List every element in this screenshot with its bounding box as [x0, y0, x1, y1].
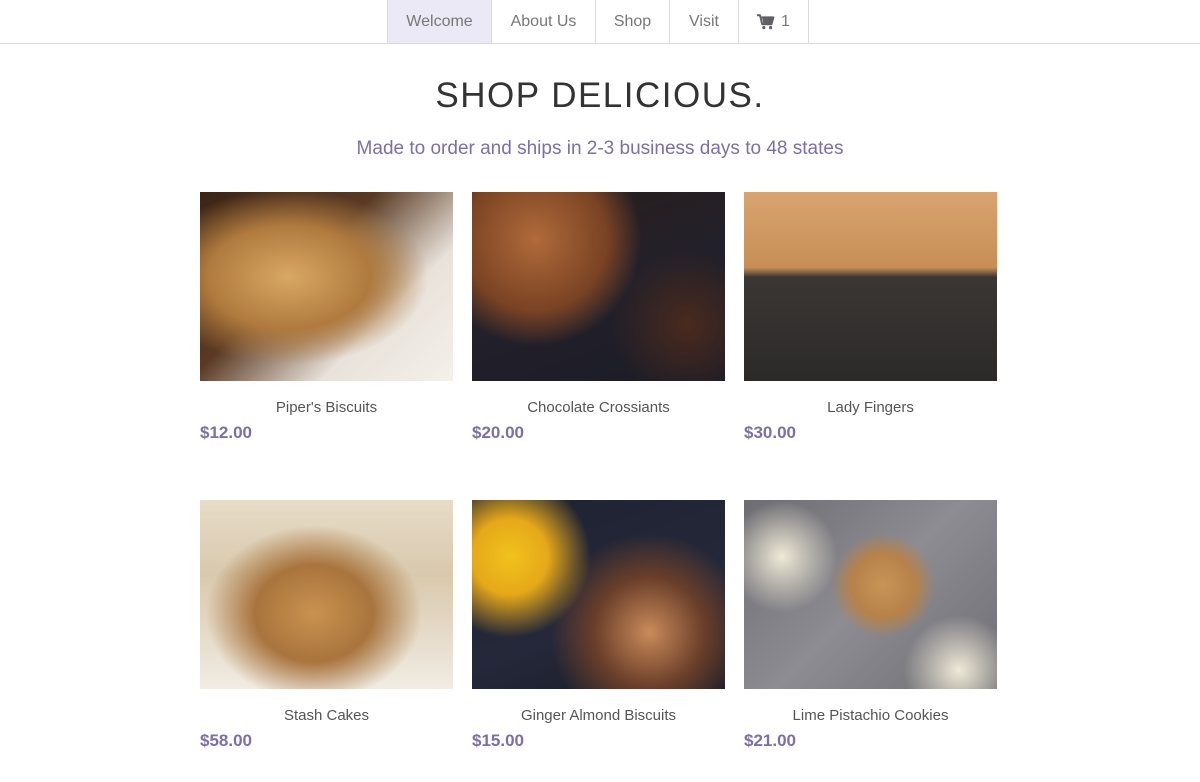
product-name[interactable]: Piper's Biscuits [200, 399, 453, 416]
product-price: $21.00 [744, 731, 796, 750]
nav-menu: Welcome About Us Shop Visit 1 [387, 0, 809, 44]
nav-item-about-us[interactable]: About Us [492, 0, 596, 43]
product-card[interactable]: Lime Pistachio Cookies $21.00 [744, 500, 997, 751]
nav-item-visit[interactable]: Visit [670, 0, 739, 43]
shopping-cart-icon [757, 13, 775, 30]
product-name[interactable]: Ginger Almond Biscuits [472, 707, 725, 724]
product-image[interactable] [472, 192, 725, 381]
product-name[interactable]: Stash Cakes [200, 707, 453, 724]
product-price: $30.00 [744, 423, 796, 442]
product-image[interactable] [200, 500, 453, 689]
product-grid: Piper's Biscuits $12.00 Chocolate Crossi… [200, 192, 997, 751]
product-name[interactable]: Lady Fingers [744, 399, 997, 416]
nav-item-cart[interactable]: 1 [739, 0, 809, 43]
nav-item-label: About Us [510, 12, 577, 30]
product-image[interactable] [744, 500, 997, 689]
product-name[interactable]: Chocolate Crossiants [472, 399, 725, 416]
product-image[interactable] [200, 192, 453, 381]
nav-item-welcome[interactable]: Welcome [388, 0, 492, 43]
nav-item-label: Shop [613, 12, 652, 30]
product-image[interactable] [744, 192, 997, 381]
top-navigation-bar: Welcome About Us Shop Visit 1 [0, 0, 1200, 44]
nav-item-shop[interactable]: Shop [596, 0, 670, 43]
nav-item-label: Visit [689, 12, 719, 30]
product-price: $12.00 [200, 423, 252, 442]
nav-item-label: Welcome [406, 12, 473, 30]
product-card[interactable]: Stash Cakes $58.00 [200, 500, 453, 751]
product-card[interactable]: Piper's Biscuits $12.00 [200, 192, 453, 443]
product-name[interactable]: Lime Pistachio Cookies [744, 707, 997, 724]
cart-count: 1 [781, 12, 790, 30]
product-card[interactable]: Ginger Almond Biscuits $15.00 [472, 500, 725, 751]
product-card[interactable]: Lady Fingers $30.00 [744, 192, 997, 443]
product-price: $58.00 [200, 731, 252, 750]
product-card[interactable]: Chocolate Crossiants $20.00 [472, 192, 725, 443]
page-title: SHOP DELICIOUS. [435, 76, 765, 115]
page-subtitle: Made to order and ships in 2-3 business … [356, 138, 844, 159]
product-image[interactable] [472, 500, 725, 689]
product-price: $20.00 [472, 423, 524, 442]
product-price: $15.00 [472, 731, 524, 750]
